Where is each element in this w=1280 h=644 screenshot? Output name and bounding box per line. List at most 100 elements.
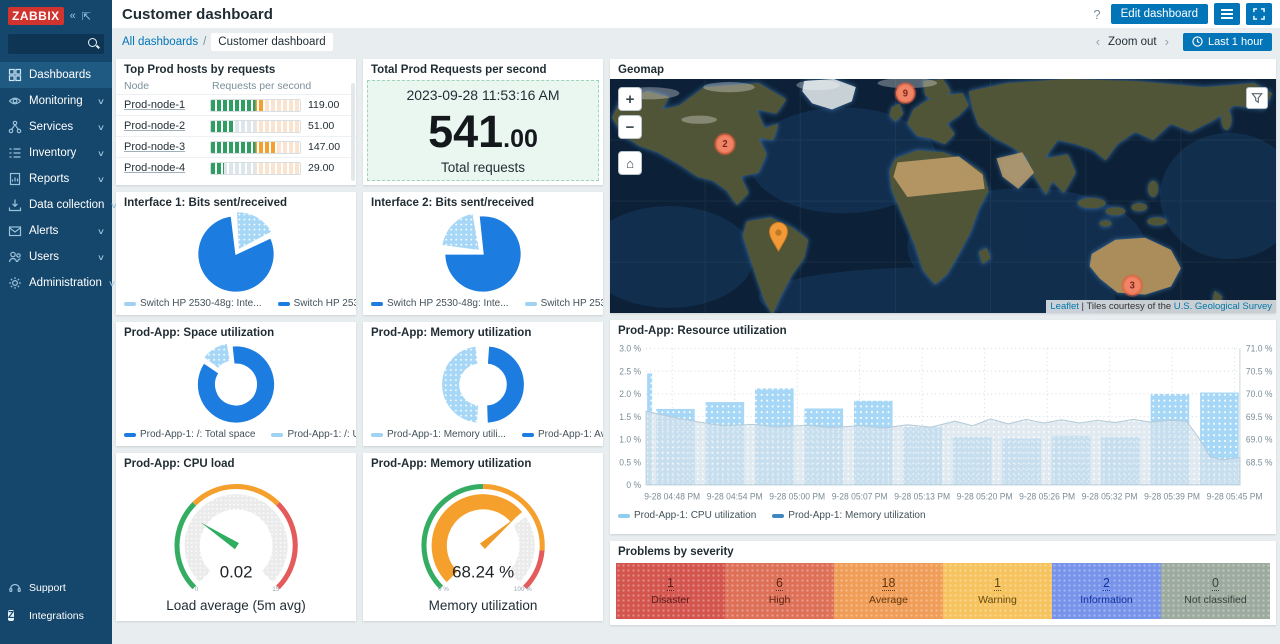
- support-icon: [8, 581, 22, 595]
- severity-count-link[interactable]: 6: [776, 576, 783, 591]
- sidebar-item-support[interactable]: Support: [0, 574, 112, 602]
- dashboard-menu-button[interactable]: [1214, 3, 1240, 25]
- map-attribution: Leaflet | Tiles courtesy of the U.S. Geo…: [1046, 300, 1276, 313]
- svg-text:9-28 05:07 PM: 9-28 05:07 PM: [832, 491, 888, 501]
- widget-title: Prod-App: Memory utilization: [363, 453, 603, 473]
- users-icon: [8, 250, 22, 264]
- legend-item[interactable]: Switch HP 2530-48g: Inte...: [371, 298, 509, 309]
- chevron-down-icon: ∨: [97, 149, 105, 158]
- collapse-sidebar-icon[interactable]: «: [70, 10, 76, 22]
- map-zoom-out-button[interactable]: −: [618, 115, 642, 139]
- breadcrumb-current[interactable]: Customer dashboard: [211, 33, 332, 51]
- gauge-chart: 68.24 %0 %100 %: [386, 473, 580, 598]
- kiosk-mode-button[interactable]: [1246, 3, 1272, 25]
- time-back-icon[interactable]: ‹: [1088, 34, 1108, 49]
- sidebar-item-label: Reports: [29, 173, 91, 185]
- time-forward-icon[interactable]: ›: [1157, 34, 1177, 49]
- severity-count-link[interactable]: 0: [1212, 576, 1219, 591]
- search-icon[interactable]: [87, 37, 100, 50]
- severity-box-high: 6 High: [725, 563, 834, 619]
- help-icon[interactable]: ?: [1089, 7, 1104, 22]
- donut-chart: [116, 342, 356, 427]
- host-link[interactable]: Prod-node-2: [124, 120, 210, 132]
- chevron-down-icon: ∨: [97, 175, 105, 184]
- sidebar-item-integrations[interactable]: Z Integrations: [0, 602, 112, 630]
- legend-swatch: [772, 514, 784, 518]
- chevron-down-icon: ∨: [97, 123, 105, 132]
- legend-item[interactable]: Prod-App-1: Available me...: [522, 429, 603, 440]
- severity-strip: 1 Disaster 6 High 18 Average 1: [616, 563, 1270, 619]
- sidebar-item-data-collection[interactable]: Data collection ∨: [0, 192, 112, 218]
- svg-text:70.5 %: 70.5 %: [1246, 366, 1273, 376]
- severity-count-link[interactable]: 1: [994, 576, 1001, 591]
- sidebar-item-label: Users: [29, 251, 91, 263]
- map-home-button[interactable]: ⌂: [618, 151, 642, 175]
- sidebar-item-monitoring[interactable]: Monitoring ∨: [0, 88, 112, 114]
- edit-dashboard-button[interactable]: Edit dashboard: [1111, 4, 1208, 24]
- data-collection-icon: [8, 198, 22, 212]
- sidebar-item-label: Data collection: [29, 199, 104, 211]
- chevron-down-icon: ∨: [97, 253, 105, 262]
- usgs-link[interactable]: U.S. Geological Survey: [1174, 301, 1272, 312]
- svg-text:9-28 04:48 PM: 9-28 04:48 PM: [644, 491, 700, 501]
- breadcrumb-all-dashboards[interactable]: All dashboards: [122, 36, 198, 48]
- svg-text:0: 0: [195, 586, 199, 593]
- svg-text:9-28 04:54 PM: 9-28 04:54 PM: [707, 491, 763, 501]
- legend-item[interactable]: Switch HP 2530-48g: Inte...: [525, 298, 603, 309]
- sidebar-item-users[interactable]: Users ∨: [0, 244, 112, 270]
- legend-swatch: [525, 302, 537, 306]
- legend-swatch: [371, 433, 383, 437]
- chart-legend: Switch HP 2530-48g: Inte... Switch HP 25…: [116, 296, 356, 315]
- svg-text:9-28 05:39 PM: 9-28 05:39 PM: [1144, 491, 1200, 501]
- page-header: Customer dashboard ? Edit dashboard: [112, 0, 1280, 28]
- leaflet-link[interactable]: Leaflet: [1050, 301, 1079, 312]
- request-bar-gauge: [210, 141, 301, 154]
- host-link[interactable]: Prod-node-1: [124, 99, 210, 111]
- severity-count-link[interactable]: 18: [882, 576, 896, 591]
- severity-count-link[interactable]: 2: [1103, 576, 1110, 591]
- sidebar-item-label: Administration: [29, 277, 102, 289]
- svg-text:69.5 %: 69.5 %: [1246, 412, 1273, 422]
- legend-item[interactable]: Prod-App-1: Memory utilization: [772, 510, 925, 521]
- zoom-out-button[interactable]: Zoom out: [1108, 36, 1157, 48]
- host-link[interactable]: Prod-node-3: [124, 141, 210, 153]
- svg-text:9-28 05:00 PM: 9-28 05:00 PM: [769, 491, 825, 501]
- legend-item[interactable]: Switch HP 2530-48g: Inte...: [278, 298, 356, 309]
- host-link[interactable]: Prod-node-4: [124, 162, 210, 174]
- map-canvas[interactable]: 293 + − ⌂ Leaflet | Tiles courtesy of th…: [610, 79, 1276, 313]
- svg-text:1.0 %: 1.0 %: [619, 434, 641, 444]
- sidebar-item-administration[interactable]: Administration ∨: [0, 270, 112, 296]
- services-icon: [8, 120, 22, 134]
- clock-icon: [1192, 36, 1203, 47]
- legend-item[interactable]: Switch HP 2530-48g: Inte...: [124, 298, 262, 309]
- widget-title: Prod-App: Resource utilization: [610, 320, 1276, 340]
- hide-sidebar-icon[interactable]: ⇱: [82, 10, 91, 23]
- legend-item[interactable]: Prod-App-1: Memory utili...: [371, 429, 506, 440]
- scrollbar[interactable]: [351, 83, 355, 181]
- legend-item[interactable]: Prod-App-1: /: Used space: [271, 429, 356, 440]
- reports-icon: [8, 172, 22, 186]
- legend-item[interactable]: Prod-App-1: CPU utilization: [618, 510, 756, 521]
- table-row: Prod-node-2 51.00: [116, 115, 356, 136]
- map-filter-button[interactable]: [1246, 87, 1268, 109]
- svg-text:9-28 05:45 PM: 9-28 05:45 PM: [1207, 491, 1263, 501]
- svg-text:9-28 05:26 PM: 9-28 05:26 PM: [1019, 491, 1075, 501]
- chart-legend: Prod-App-1: CPU utilization Prod-App-1: …: [610, 508, 1276, 527]
- map-zoom-in-button[interactable]: +: [618, 87, 642, 111]
- sidebar-item-alerts[interactable]: Alerts ∨: [0, 218, 112, 244]
- sidebar-item-inventory[interactable]: Inventory ∨: [0, 140, 112, 166]
- severity-label: Not classified: [1184, 594, 1246, 606]
- svg-text:71.0 %: 71.0 %: [1246, 343, 1273, 353]
- sidebar-item-dashboards[interactable]: Dashboards: [0, 62, 112, 88]
- sidebar-item-services[interactable]: Services ∨: [0, 114, 112, 140]
- severity-box-warning: 1 Warning: [943, 563, 1052, 619]
- gear-icon: [8, 276, 22, 290]
- sidebar-item-label: Integrations: [29, 610, 104, 622]
- inventory-icon: [8, 146, 22, 160]
- sidebar-item-reports[interactable]: Reports ∨: [0, 166, 112, 192]
- legend-item[interactable]: Prod-App-1: /: Total space: [124, 429, 255, 440]
- time-range-button[interactable]: Last 1 hour: [1183, 33, 1272, 51]
- severity-count-link[interactable]: 1: [667, 576, 674, 591]
- column-node: Node: [124, 80, 212, 92]
- legend-swatch: [271, 433, 283, 437]
